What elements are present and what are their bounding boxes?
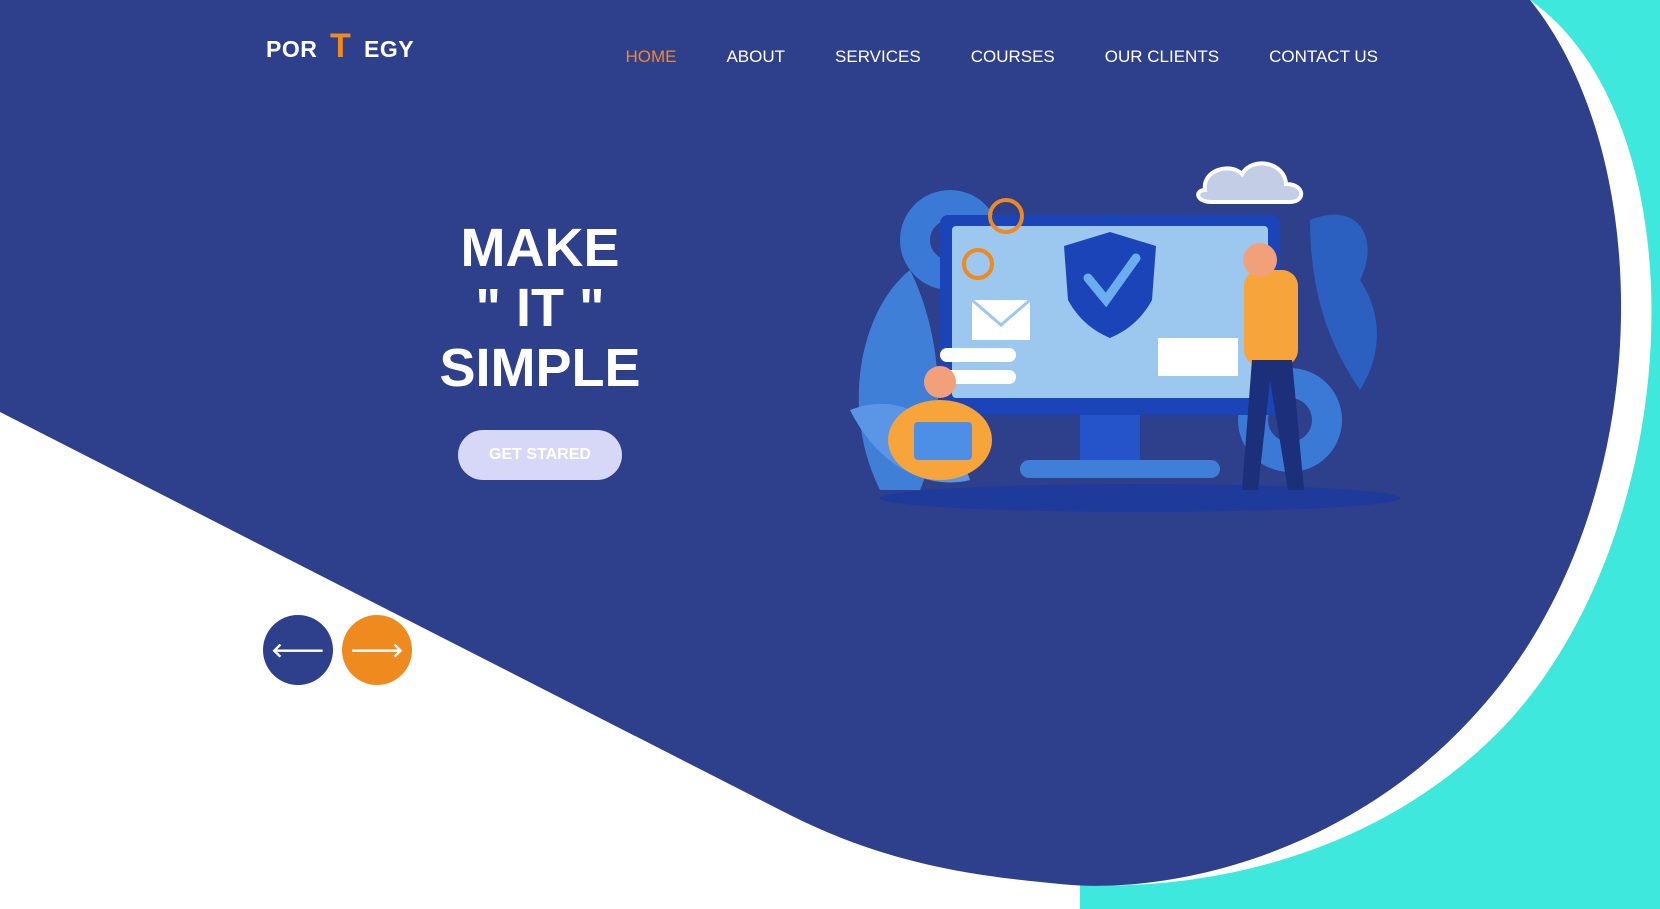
main-navigation: HOME ABOUT SERVICES COURSES OUR CLIENTS … [625,47,1378,67]
monitor-stand [1080,415,1140,465]
password-field-graphic [940,348,1016,362]
slider-next-button[interactable]: 🡒 [342,615,412,685]
floor-shadow [880,484,1400,512]
logo-text-right: EGY [364,36,415,62]
hero-title-line1: MAKE [460,218,620,278]
person-standing-head [1243,243,1277,277]
nav-contact-us[interactable]: CONTACT US [1269,47,1378,67]
arrow-left-icon: 🡐 [271,638,325,662]
person-standing-body [1244,270,1298,366]
nav-our-clients[interactable]: OUR CLIENTS [1105,47,1219,67]
brand-logo[interactable]: POR T EGY [266,24,426,72]
logo-text-left: POR [266,36,318,62]
nav-about[interactable]: ABOUT [726,47,785,67]
arrow-right-icon: 🡒 [350,638,404,662]
leaf-right [1310,214,1377,390]
security-illustration [850,161,1400,512]
slider-prev-button[interactable]: 🡐 [263,615,333,685]
monitor-base [1020,460,1220,478]
get-started-button[interactable]: GET STARED [458,430,622,480]
hero-title-line2: " IT " [475,278,605,338]
cloud-icon [1196,161,1304,204]
nav-services[interactable]: SERVICES [835,47,921,67]
login-panel-graphic [1158,338,1238,376]
laptop-icon [914,422,972,460]
person-sitting-head [924,366,956,398]
hero-title: MAKE " IT " SIMPLE [380,218,700,398]
nav-home[interactable]: HOME [625,47,676,67]
hero-title-line3: SIMPLE [439,338,641,398]
logo-text-mid: T [330,27,351,65]
nav-courses[interactable]: COURSES [971,47,1055,67]
